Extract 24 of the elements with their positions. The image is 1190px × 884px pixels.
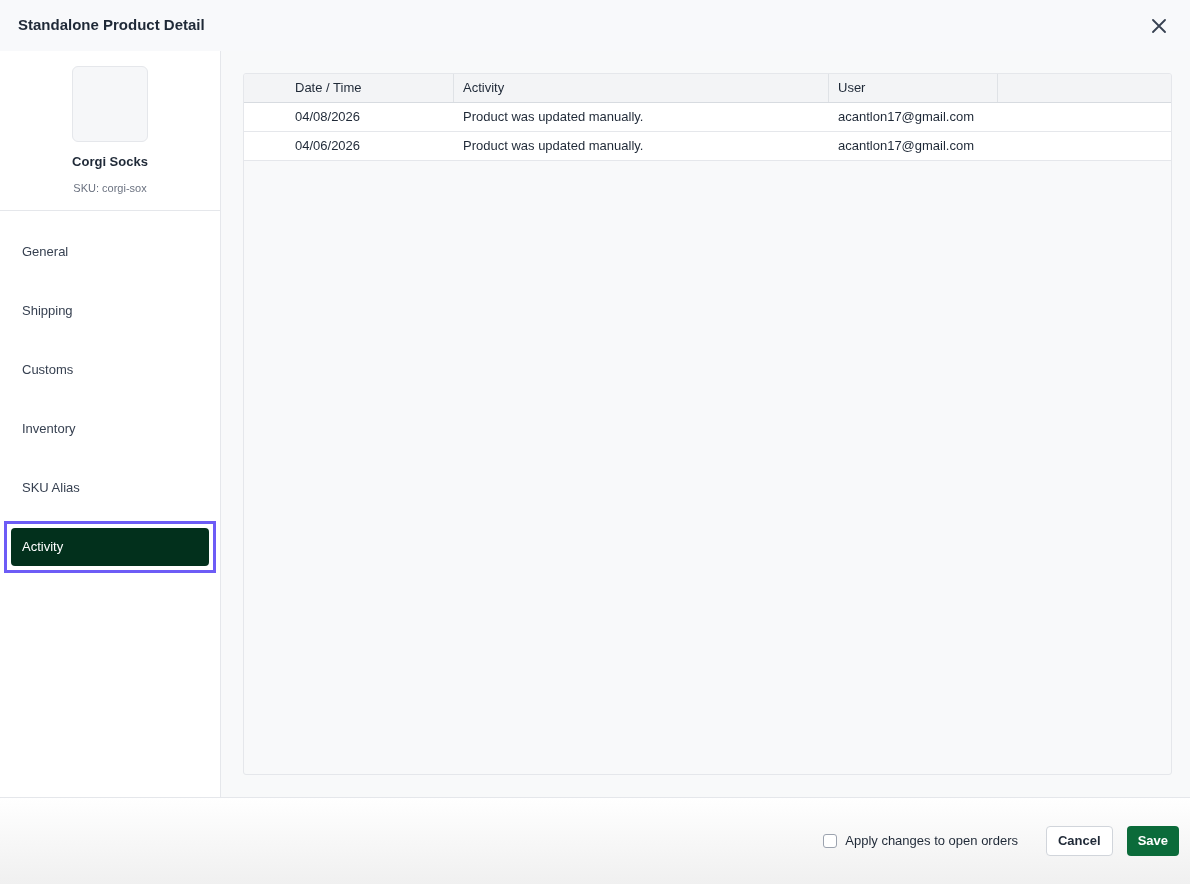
sidebar-nav-item[interactable]: General (11, 233, 209, 271)
sidebar-nav-item[interactable]: Activity (11, 528, 209, 566)
product-sku: SKU: corgi-sox (73, 180, 147, 196)
column-header: Date / Time (244, 74, 454, 102)
table-cell-text: acantlon17@gmail.com (837, 137, 976, 156)
close-icon (1152, 18, 1166, 33)
product-name: Corgi Socks (72, 153, 148, 171)
column-header: Activity (454, 74, 829, 102)
sidebar-nav-item[interactable]: Customs (11, 351, 209, 389)
save-button[interactable]: Save (1126, 826, 1179, 856)
table-cell-text: acantlon17@gmail.com (837, 108, 976, 127)
table-cell-text: Product was updated manually. (462, 108, 645, 127)
table-cell-text: Product was updated manually. (462, 137, 645, 156)
column-header: User (829, 74, 998, 102)
table-cell-text: 04/08/2026 (294, 108, 362, 127)
table-cell-text: 04/06/2026 (294, 137, 362, 156)
cancel-button[interactable]: Cancel (1046, 826, 1113, 856)
checkbox-label: Apply changes to open orders (845, 832, 1018, 851)
window-title: Standalone Product Detail (18, 15, 205, 36)
sidebar-nav-item[interactable]: Shipping (11, 292, 209, 330)
sidebar-nav-item[interactable]: SKU Alias (11, 469, 209, 507)
sidebar-nav-item[interactable]: Inventory (11, 410, 209, 448)
checkbox[interactable] (823, 834, 838, 848)
close-button[interactable] (1150, 16, 1168, 35)
